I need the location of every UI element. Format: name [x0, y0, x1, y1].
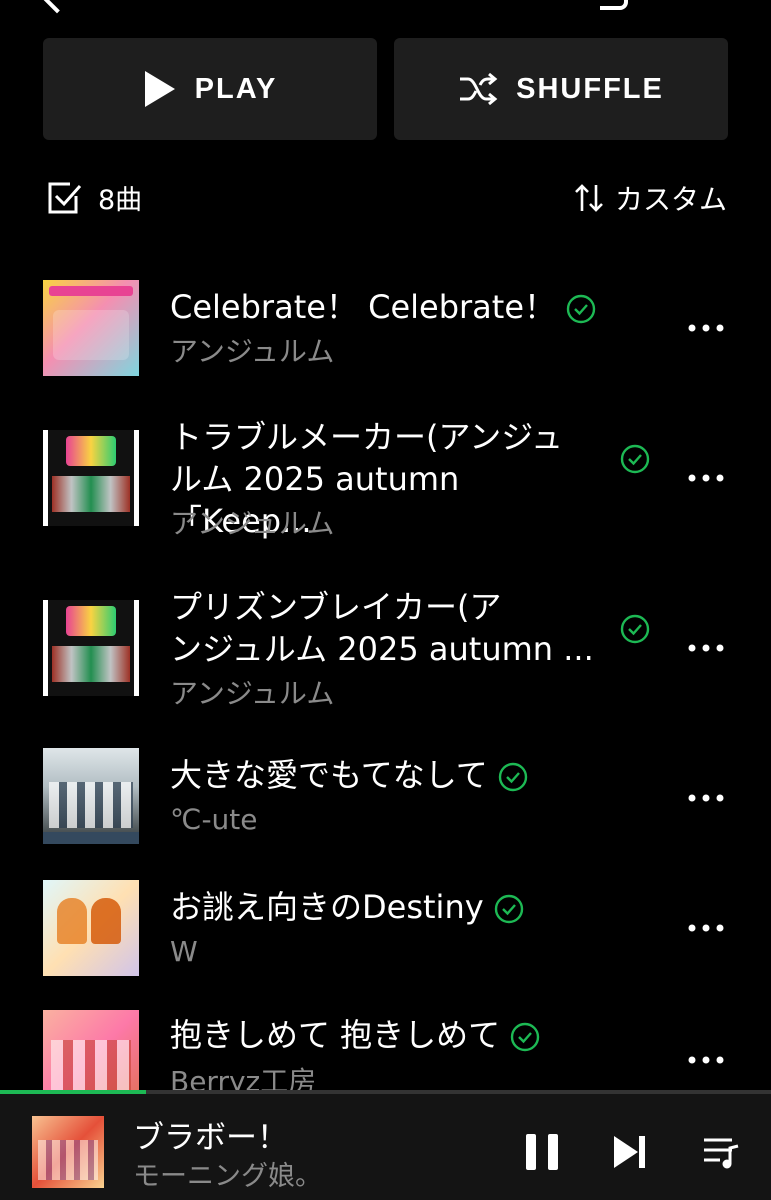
track-title: 抱きしめて 抱きしめて — [170, 1014, 610, 1056]
downloaded-check-icon — [494, 894, 523, 924]
play-label: PLAY — [194, 72, 278, 105]
queue-icon[interactable] — [702, 1134, 740, 1170]
pause-icon[interactable] — [524, 1132, 560, 1172]
album-art — [43, 880, 139, 976]
track-list: Celebrate！ Celebrate！ アンジュルム トラブルメーカー(アン… — [0, 260, 771, 1090]
track-title: お誂え向きのDestiny — [170, 886, 610, 928]
download-icon[interactable] — [600, 0, 628, 10]
shuffle-button[interactable]: SHUFFLE — [394, 38, 728, 140]
more-options-icon[interactable] — [686, 628, 726, 668]
track-artist: アンジュルム — [170, 677, 335, 710]
downloaded-check-icon — [620, 444, 650, 474]
track-title: 大きな愛でもてなして — [170, 754, 610, 796]
now-playing-album-art — [32, 1116, 104, 1188]
track-count[interactable]: 8曲 — [46, 178, 142, 217]
sort-icon — [575, 184, 603, 212]
track-artist: ℃-ute — [170, 803, 258, 836]
mini-player[interactable]: ブラボー！ モーニング娘。 — [0, 1094, 771, 1200]
track-artist: Berryz工房 — [170, 1065, 317, 1090]
album-art — [43, 430, 139, 526]
sort-label: カスタム — [614, 183, 727, 216]
track-title: Celebrate！ Celebrate！ — [170, 286, 610, 328]
track-row[interactable]: Celebrate！ Celebrate！ アンジュルム — [0, 260, 771, 391]
shuffle-label: SHUFFLE — [516, 72, 664, 105]
track-title: プリズンブレイカー(ア ンジュルム 2025 autumn ... — [170, 588, 594, 668]
album-art — [43, 748, 139, 844]
more-options-icon[interactable] — [686, 308, 726, 348]
track-row[interactable]: 抱きしめて 抱きしめて Berryz工房 — [0, 992, 771, 1090]
play-button[interactable]: PLAY — [43, 38, 377, 140]
downloaded-check-icon — [620, 614, 650, 644]
shuffle-icon — [460, 72, 498, 106]
track-row[interactable]: トラブルメーカー(アンジュ ルム 2025 autumn 「Keep... アン… — [0, 410, 771, 550]
select-checkbox-icon — [48, 182, 82, 213]
track-row[interactable]: プリズンブレイカー(ア ンジュルム 2025 autumn ... アンジュルム — [0, 580, 771, 720]
track-count-label: 8曲 — [98, 185, 143, 216]
now-playing-title: ブラボー！ — [133, 1120, 288, 1156]
track-row[interactable]: お誂え向きのDestiny W — [0, 860, 771, 991]
downloaded-check-icon — [510, 1022, 540, 1052]
more-options-icon[interactable] — [686, 458, 726, 498]
back-icon[interactable] — [38, 0, 76, 14]
now-playing-artist: モーニング娘。 — [133, 1161, 322, 1192]
play-icon — [144, 71, 175, 107]
more-options-icon[interactable] — [686, 908, 726, 948]
album-art — [43, 280, 139, 376]
track-artist: W — [170, 935, 198, 968]
more-options-icon[interactable] — [686, 1040, 726, 1080]
downloaded-check-icon — [566, 294, 596, 324]
album-art — [43, 600, 139, 696]
skip-next-icon[interactable] — [612, 1134, 648, 1170]
track-artist: アンジュルム — [170, 335, 335, 368]
track-row[interactable]: 大きな愛でもてなして ℃-ute — [0, 730, 771, 861]
album-art — [43, 1010, 139, 1090]
more-options-icon[interactable] — [686, 778, 726, 818]
sort-button[interactable]: カスタム — [573, 178, 727, 218]
track-artist: アンジュルム — [170, 507, 335, 540]
top-bar — [0, 0, 771, 20]
downloaded-check-icon — [498, 762, 527, 792]
